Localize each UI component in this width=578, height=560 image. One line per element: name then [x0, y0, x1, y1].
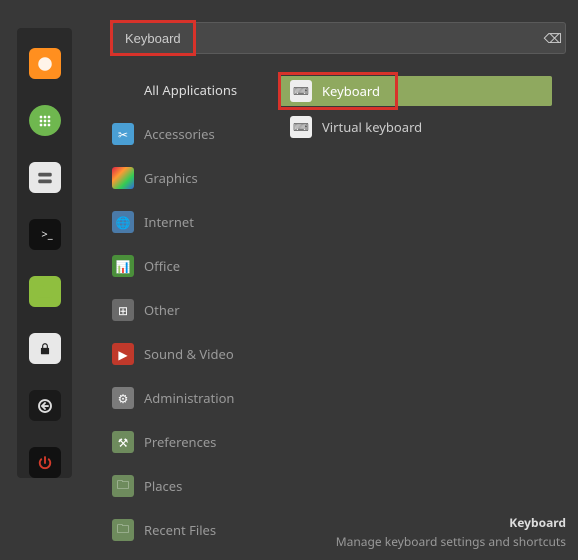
category-other[interactable]: ⊞ Other [112, 296, 280, 324]
files-icon[interactable] [29, 162, 61, 193]
category-recent-files[interactable]: 🗀 Recent Files [112, 516, 280, 544]
clear-search-icon[interactable]: ⌫ [544, 29, 562, 47]
category-all[interactable]: All Applications [112, 76, 280, 104]
logout-icon[interactable] [29, 390, 61, 421]
category-list: All Applications ✂ Accessories Graphics … [112, 76, 280, 560]
tooltip-footer: Keyboard Manage keyboard settings and sh… [336, 514, 566, 550]
category-label: Office [144, 257, 180, 275]
grid-icon: ⊞ [112, 299, 134, 321]
apps-icon[interactable] [29, 105, 61, 136]
result-keyboard[interactable]: ⌨ Keyboard [280, 76, 552, 106]
result-virtual-keyboard[interactable]: ⌨ Virtual keyboard [280, 112, 552, 142]
scissors-icon: ✂ [112, 123, 134, 145]
category-preferences[interactable]: ⚒ Preferences [112, 428, 280, 456]
category-label: Administration [144, 389, 234, 407]
category-places[interactable]: 🗀 Places [112, 472, 280, 500]
firefox-icon[interactable] [29, 48, 61, 79]
category-label: Graphics [144, 169, 198, 187]
category-administration[interactable]: ⚙ Administration [112, 384, 280, 412]
menu-main: ⌫ All Applications ✂ Accessories Graphic… [112, 22, 570, 560]
category-label: Preferences [144, 433, 216, 451]
category-office[interactable]: 📊 Office [112, 252, 280, 280]
category-label: Accessories [144, 125, 215, 143]
folder-icon: 🗀 [112, 519, 134, 541]
category-internet[interactable]: 🌐 Internet [112, 208, 280, 236]
folder-icon: 🗀 [112, 475, 134, 497]
category-label: Sound & Video [144, 345, 234, 363]
globe-icon: 🌐 [112, 211, 134, 233]
category-sound-video[interactable]: ▶ Sound & Video [112, 340, 280, 368]
search-wrap: ⌫ [112, 22, 570, 54]
office-icon: 📊 [112, 255, 134, 277]
category-label: Places [144, 477, 182, 495]
menu-content: All Applications ✂ Accessories Graphics … [112, 76, 570, 560]
folder-icon[interactable] [29, 276, 61, 307]
category-label: Recent Files [144, 521, 216, 539]
category-label: Other [144, 301, 180, 319]
search-input[interactable] [112, 22, 566, 54]
category-label: All Applications [144, 81, 237, 99]
results-list: ⌨ Keyboard ⌨ Virtual keyboard [280, 76, 570, 560]
category-icon [112, 79, 134, 101]
category-label: Internet [144, 213, 194, 231]
category-graphics[interactable]: Graphics [112, 164, 280, 192]
tools-icon: ⚒ [112, 431, 134, 453]
power-icon[interactable] [29, 447, 61, 478]
graphics-icon [112, 167, 134, 189]
keyboard-icon: ⌨ [290, 80, 312, 102]
terminal-icon[interactable]: >_ [29, 219, 61, 250]
keyboard-icon: ⌨ [290, 116, 312, 138]
favorites-sidebar: >_ [17, 28, 72, 478]
result-label: Virtual keyboard [322, 118, 422, 136]
category-accessories[interactable]: ✂ Accessories [112, 120, 280, 148]
tooltip-description: Manage keyboard settings and shortcuts [336, 533, 566, 550]
play-icon: ▶ [112, 343, 134, 365]
tooltip-title: Keyboard [336, 514, 566, 531]
lock-icon[interactable] [29, 333, 61, 364]
result-label: Keyboard [322, 82, 380, 100]
gear-icon: ⚙ [112, 387, 134, 409]
